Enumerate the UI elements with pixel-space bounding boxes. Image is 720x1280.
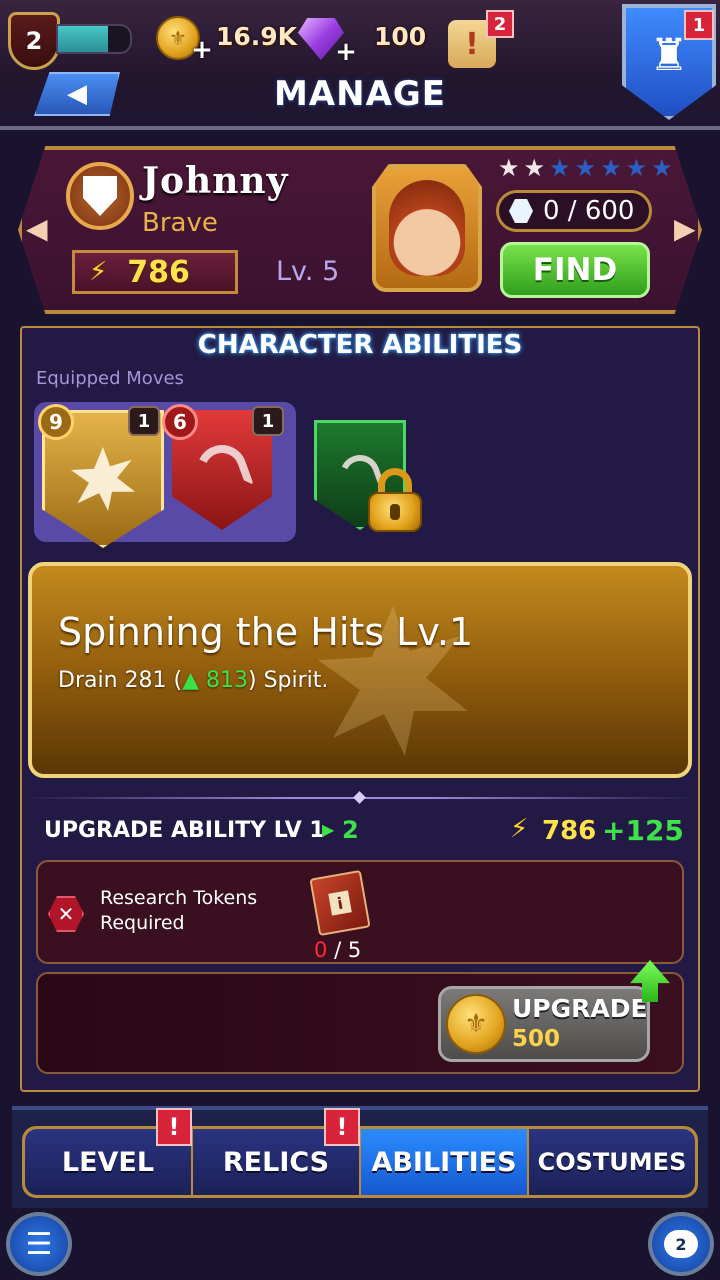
ability-description: Drain 281 (▲ 813) Spirit.	[58, 668, 329, 693]
find-button[interactable]: FIND	[500, 242, 650, 298]
up-arrow-icon: ▲	[182, 668, 200, 693]
move-1-cost-badge: 9	[38, 404, 74, 440]
level-tab-alert-badge: !	[156, 1108, 192, 1146]
character-class: Brave	[142, 208, 218, 238]
current-power: 786	[542, 816, 597, 846]
play-arrow-icon: ▶	[322, 820, 335, 839]
tab-abilities[interactable]: ABILITIES	[361, 1129, 527, 1195]
home-notification-badge: 1	[684, 10, 714, 40]
abilities-title: CHARACTER ABILITIES	[197, 330, 523, 360]
star-filled-icon: ★	[523, 154, 546, 182]
menu-button[interactable]: ☰	[6, 1212, 72, 1276]
castle-icon: ♜	[649, 30, 689, 81]
chat-button[interactable]: 2	[648, 1212, 714, 1276]
move-1-level-badge: 1	[128, 406, 160, 436]
player-level-value: 2	[25, 27, 43, 55]
star-empty-icon: ★	[651, 154, 673, 182]
page-title: MANAGE	[273, 74, 447, 114]
star-empty-icon: ★	[549, 154, 571, 182]
lightning-bolt-icon: ⚡	[510, 814, 529, 844]
role-emblem	[66, 162, 134, 230]
burst-icon	[71, 447, 135, 511]
upgrade-button-label: UPGRADE	[512, 994, 648, 1023]
chat-bubble-icon: 2	[664, 1230, 698, 1258]
xp-bar-fill	[58, 26, 109, 52]
star-empty-icon: ★	[574, 154, 597, 182]
ability-name: Spinning the Hits Lv.1	[58, 610, 474, 654]
power-display: ⚡ 786	[72, 250, 238, 294]
next-character-arrow-icon[interactable]: ▶	[674, 212, 696, 245]
shard-icon	[509, 199, 533, 223]
star-empty-icon: ★	[600, 154, 622, 182]
move-2-level-badge: 1	[252, 406, 284, 436]
power-bonus: +125	[602, 814, 684, 847]
upgrade-target-level: 2	[342, 816, 359, 844]
prev-character-arrow-icon[interactable]: ◀	[26, 212, 48, 245]
list-menu-icon: ☰	[25, 1226, 53, 1262]
research-token-book-icon[interactable]: i	[309, 869, 371, 937]
shard-count: 0 / 600	[543, 196, 635, 226]
star-rating: ★ ★ ★ ★ ★ ★ ★	[498, 156, 673, 180]
star-filled-icon: ★	[498, 154, 520, 182]
ability-bonus-value: 813	[206, 668, 249, 693]
whip-icon	[189, 437, 255, 503]
coin-icon: ⚜	[446, 994, 506, 1054]
gem-count: 100	[374, 22, 427, 51]
move-2-cost-badge: 6	[162, 404, 198, 440]
character-name: Johnny	[142, 160, 289, 202]
star-empty-icon: ★	[625, 154, 648, 182]
shield-icon	[83, 176, 117, 216]
add-gems-button[interactable]: +	[335, 37, 357, 67]
relics-tab-alert-badge: !	[324, 1108, 360, 1146]
character-level: Lv. 5	[276, 256, 340, 287]
quest-notification-badge: 2	[486, 10, 514, 38]
character-portrait[interactable]	[372, 164, 482, 292]
requirement-text: Research Tokens Required	[100, 887, 258, 934]
ability-description-card: Spinning the Hits Lv.1 Drain 281 (▲ 813)…	[28, 562, 692, 778]
player-level-badge[interactable]: 2	[8, 12, 60, 70]
shard-counter: 0 / 600	[496, 190, 652, 232]
coin-count: 16.9K	[216, 22, 298, 51]
character-face-image	[389, 180, 465, 276]
lightning-bolt-icon: ⚡	[89, 257, 108, 287]
upgrade-button-cost: 500	[512, 1026, 561, 1052]
xp-bar	[56, 24, 132, 54]
tab-costumes[interactable]: COSTUMES	[529, 1129, 695, 1195]
lock-icon	[368, 468, 422, 532]
add-coins-button[interactable]: +	[191, 35, 213, 65]
tab-bar: LEVEL RELICS ABILITIES COSTUMES	[22, 1126, 698, 1198]
equipped-moves-label: Equipped Moves	[36, 368, 184, 389]
upgrade-ability-label: UPGRADE ABILITY LV 1	[44, 818, 325, 843]
research-token-count: 0 / 5	[314, 938, 362, 962]
power-value: 786	[127, 254, 190, 290]
